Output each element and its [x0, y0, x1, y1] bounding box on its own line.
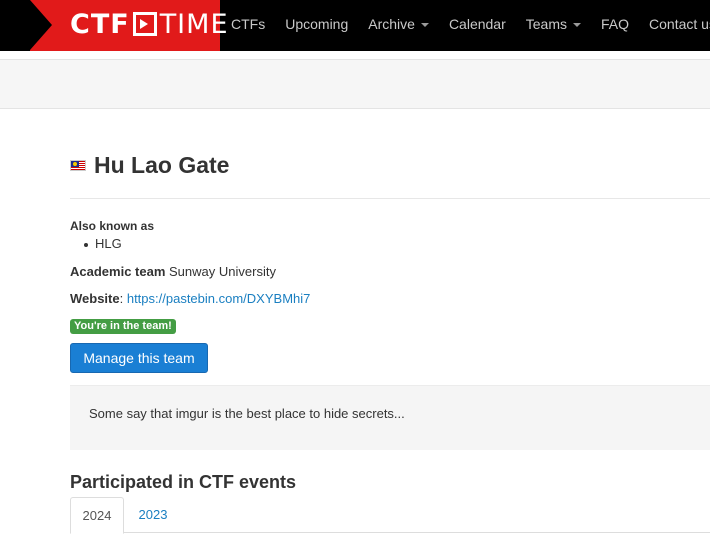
subheader-band — [0, 59, 710, 109]
aka-value: HLG — [95, 236, 122, 251]
website-label: Website — [70, 291, 120, 306]
nav-item-label: Calendar — [448, 16, 506, 32]
aka-label: Also known as — [70, 219, 155, 233]
caret-down-icon — [420, 23, 429, 28]
nav-item-archive[interactable]: Archive — [358, 0, 439, 51]
caret-down-icon — [573, 23, 581, 28]
nav-item-label: Contact us — [649, 16, 710, 32]
academic-team-row: Academic team Sunway University — [70, 264, 276, 279]
tab-2024[interactable]: 2024 — [70, 497, 124, 534]
logo-text-time: TIME — [159, 9, 229, 40]
team-description-box: Some say that imgur is the best place to… — [70, 385, 710, 450]
logo-wedge — [30, 0, 52, 50]
team-description: Some say that imgur is the best place to… — [89, 406, 405, 421]
page-title: Hu Lao Gate — [70, 150, 229, 180]
website-link[interactable]: https://pastebin.com/DXYBMhi7 — [127, 291, 311, 306]
list-item: HLG — [84, 236, 122, 251]
year-tabs: 2024 2023 — [70, 497, 710, 534]
manage-team-button[interactable]: Manage this team — [70, 343, 208, 373]
nav-item-ctfs[interactable]: CTFs — [221, 0, 275, 51]
nav-item-calendar[interactable]: Calendar — [439, 0, 516, 51]
nav-item-label: Archive — [368, 16, 415, 32]
nav-item-label: CTFs — [231, 16, 266, 32]
logo-text-ctf: CTF — [70, 9, 130, 40]
nav-item-label: Teams — [525, 16, 567, 32]
tab-2023[interactable]: 2023 — [126, 497, 180, 533]
flag-icon — [132, 12, 157, 36]
bullet-icon — [84, 242, 88, 247]
nav-item-contact[interactable]: Contact us — [639, 0, 710, 51]
nav-item-faq[interactable]: FAQ — [591, 0, 639, 51]
nav-item-label: Upcoming — [285, 16, 349, 32]
nav-item-teams[interactable]: Teams — [516, 0, 591, 51]
nav-item-label: FAQ — [601, 16, 630, 32]
events-section-title: Participated in CTF events — [70, 472, 297, 492]
ctftime-logo[interactable]: CTF TIME — [30, 0, 228, 51]
aka-list: HLG — [84, 236, 122, 251]
top-navbar: CTF TIME CTFs Upcoming Archive Calendar T… — [0, 0, 710, 51]
website-row: Website: https://pastebin.com/DXYBMhi7 — [70, 291, 310, 306]
malaysia-flag-icon — [70, 159, 86, 171]
academic-label: Academic team — [70, 264, 166, 279]
website-separator: : — [119, 291, 127, 306]
divider — [70, 198, 710, 199]
academic-value: Sunway University — [169, 264, 276, 279]
nav-menu: CTFs Upcoming Archive Calendar Teams FAQ… — [221, 0, 710, 51]
team-name: Hu Lao Gate — [94, 151, 230, 178]
membership-badge: You're in the team! — [70, 319, 176, 334]
nav-item-upcoming[interactable]: Upcoming — [275, 0, 358, 51]
logo-text: CTF TIME — [70, 7, 229, 43]
